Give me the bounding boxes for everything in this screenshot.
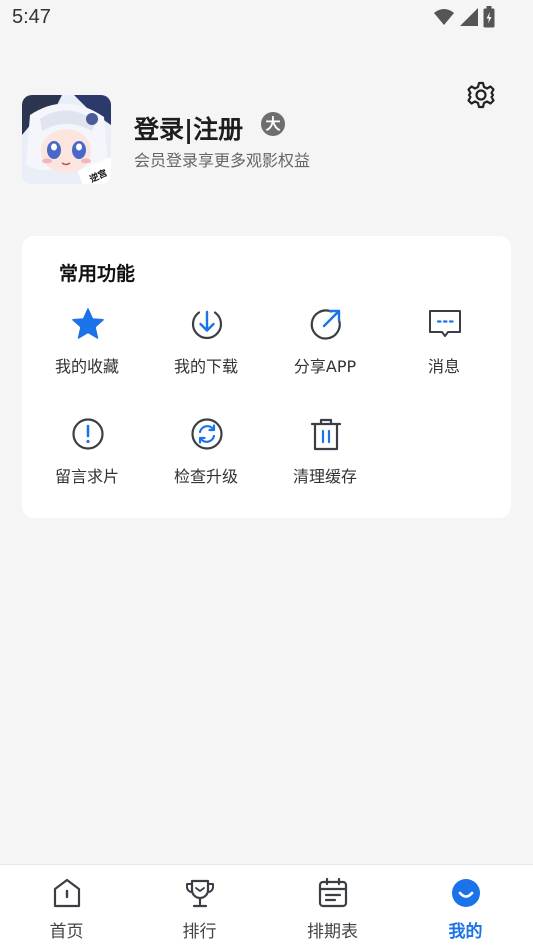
calendar-icon bbox=[318, 877, 347, 908]
avatar[interactable]: 逆宫 bbox=[22, 95, 111, 184]
nav-schedule[interactable]: 排期表 bbox=[266, 865, 399, 948]
share-app-button[interactable]: 分享APP bbox=[266, 307, 384, 393]
nav-mine[interactable]: 我的 bbox=[399, 865, 532, 948]
message-icon bbox=[429, 310, 461, 337]
nav-ranking-label: 排行 bbox=[182, 922, 217, 942]
nav-home-label: 首页 bbox=[49, 922, 84, 942]
settings-gear-icon[interactable] bbox=[465, 79, 497, 111]
login-subtitle: 会员登录享更多观影权益 bbox=[134, 151, 311, 170]
download-icon bbox=[191, 310, 223, 340]
check-update-label: 检查升级 bbox=[173, 467, 238, 486]
clear-cache-label: 清理缓存 bbox=[292, 467, 357, 486]
trash-icon bbox=[310, 418, 342, 451]
nav-mine-label: 我的 bbox=[448, 922, 483, 942]
common-functions-card: 常用功能 我的收藏 我的下载 分享APP 消息 留言求片 检查升级 清理缓存 bbox=[22, 236, 511, 518]
bottom-navigation: 首页 排行 排期表 我的 bbox=[0, 864, 533, 948]
favorites-button[interactable]: 我的收藏 bbox=[28, 307, 146, 393]
login-register-link[interactable]: 登录|注册 bbox=[134, 110, 243, 146]
share-app-label: 分享APP bbox=[293, 357, 357, 376]
star-icon bbox=[72, 308, 104, 339]
request-movie-button[interactable]: 留言求片 bbox=[28, 417, 146, 503]
signal-icon bbox=[460, 8, 478, 26]
home-icon bbox=[53, 878, 80, 908]
downloads-button[interactable]: 我的下载 bbox=[147, 307, 265, 393]
nav-ranking[interactable]: 排行 bbox=[133, 865, 266, 948]
trophy-icon bbox=[185, 879, 214, 908]
vip-badge: 大 bbox=[261, 112, 285, 136]
card-title: 常用功能 bbox=[59, 263, 136, 285]
battery-icon bbox=[483, 6, 495, 28]
profile-screen: 5:47 逆宫 登录|注册 大 会员登录享更多观影权益 常用功能 我的收藏 我的… bbox=[0, 0, 533, 948]
request-movie-label: 留言求片 bbox=[54, 467, 119, 486]
nav-schedule-label: 排期表 bbox=[307, 922, 358, 942]
favorites-label: 我的收藏 bbox=[54, 357, 119, 376]
share-icon bbox=[310, 309, 341, 340]
avatar-image: 逆宫 bbox=[22, 95, 111, 184]
status-bar: 5:47 bbox=[0, 0, 533, 36]
clear-cache-button[interactable]: 清理缓存 bbox=[266, 417, 384, 503]
profile-icon bbox=[451, 879, 480, 907]
feedback-icon bbox=[72, 418, 104, 450]
downloads-label: 我的下载 bbox=[173, 357, 238, 376]
messages-label: 消息 bbox=[427, 357, 460, 376]
nav-home[interactable]: 首页 bbox=[0, 865, 133, 948]
status-time: 5:47 bbox=[12, 6, 51, 28]
check-update-button[interactable]: 检查升级 bbox=[147, 417, 265, 503]
messages-button[interactable]: 消息 bbox=[385, 307, 503, 393]
refresh-icon bbox=[191, 418, 223, 450]
wifi-icon bbox=[434, 9, 454, 25]
status-icons bbox=[433, 6, 495, 28]
